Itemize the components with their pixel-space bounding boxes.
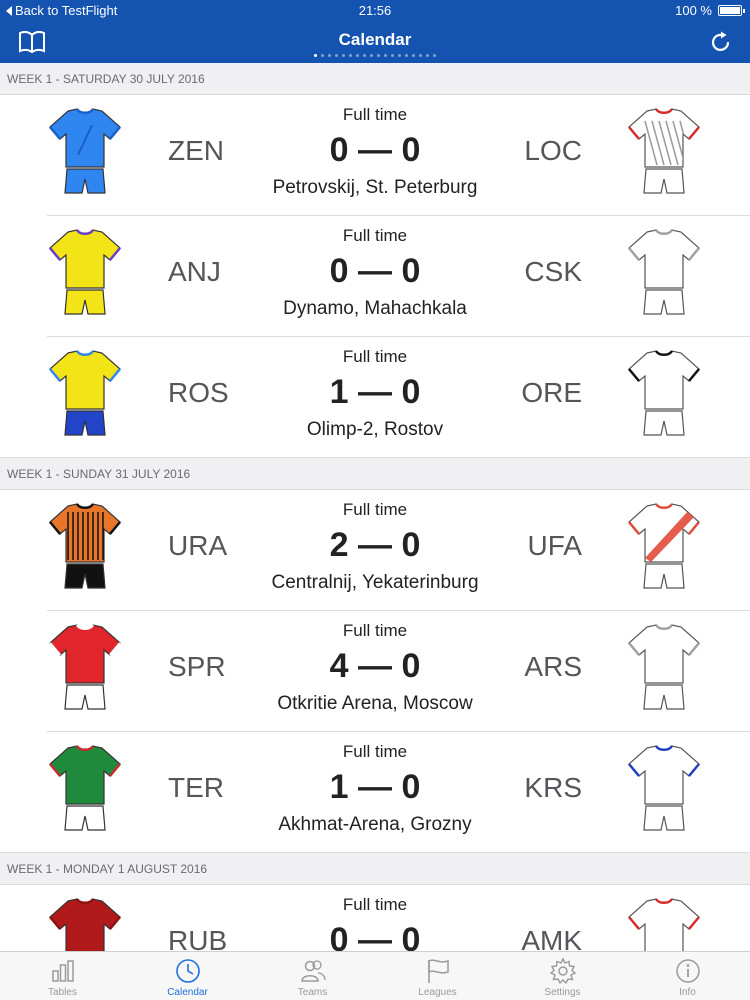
page-dot: [419, 54, 422, 57]
page-dot: [335, 54, 338, 57]
away-team-code: AMK: [521, 925, 582, 951]
page-dot: [398, 54, 401, 57]
tab-calendar[interactable]: Calendar: [125, 952, 250, 1000]
page-dot: [384, 54, 387, 57]
match-row[interactable]: TER Full time 1 — 0 Akhmat-Arena, Grozny KRS: [0, 732, 750, 853]
navigation-bar: Back to TestFlight 21:56 100 % Calendar: [0, 0, 750, 63]
match-row[interactable]: ROS Full time 1 — 0 Olimp-2, Rostov ORE: [0, 337, 750, 458]
page-dot: [370, 54, 373, 57]
away-team-code: LOC: [524, 135, 582, 166]
page-title: Calendar: [338, 30, 412, 49]
gear-icon: [549, 957, 576, 985]
tab-label: Settings: [544, 987, 581, 998]
page-indicator[interactable]: [0, 54, 750, 57]
page-dot: [342, 54, 345, 57]
tab-leagues[interactable]: Leagues: [375, 952, 500, 1000]
away-team-code: ARS: [524, 651, 582, 682]
away-team-kit-icon: [628, 624, 700, 710]
away-team-code: UFA: [527, 530, 582, 561]
page-dot: [405, 54, 408, 57]
people-icon: [300, 960, 326, 982]
tab-label: Calendar: [167, 987, 208, 998]
calendar-list[interactable]: WEEK 1 - SATURDAY 30 JULY 2016 ZEN Full ti…: [0, 63, 750, 951]
tab-label: Tables: [48, 987, 77, 998]
refresh-icon: [711, 31, 730, 51]
away-team-code: CSK: [524, 256, 582, 287]
status-bar: Back to TestFlight 21:56 100 %: [0, 0, 750, 20]
info-icon: [675, 959, 700, 983]
tab-label: Leagues: [418, 987, 457, 998]
section-header: WEEK 1 - SATURDAY 30 JULY 2016: [0, 63, 750, 95]
page-dot: [391, 54, 394, 57]
page-dot: [321, 54, 324, 57]
flag-icon: [427, 959, 449, 983]
away-team-kit-icon: [628, 350, 700, 436]
tab-teams[interactable]: Teams: [250, 952, 375, 1000]
clock-time: 21:56: [358, 3, 392, 18]
page-dot: [314, 54, 317, 57]
page-dot: [349, 54, 352, 57]
away-team-kit-icon: [628, 898, 700, 951]
tab-settings[interactable]: Settings: [500, 952, 625, 1000]
tab-bar: Tables Calendar Teams Leagues Settings Info: [0, 951, 750, 1000]
away-team-code: KRS: [524, 772, 582, 803]
tab-label: Teams: [297, 987, 328, 998]
section-header: WEEK 1 - SUNDAY 31 JULY 2016: [0, 458, 750, 490]
battery-percent: 100 %: [675, 3, 712, 18]
away-team-kit-icon: [628, 745, 700, 831]
page-dot: [377, 54, 380, 57]
away-team-kit-icon: [628, 229, 700, 315]
away-team-kit-icon: [628, 108, 700, 194]
page-dot: [433, 54, 436, 57]
away-team-kit-icon: [628, 503, 700, 589]
away-team-code: ORE: [521, 377, 582, 408]
match-row[interactable]: ANJ Full time 0 — 0 Dynamo, Mahachkala CSK: [0, 216, 750, 337]
match-row[interactable]: RUB Full time 0 — 0 AMK: [0, 885, 750, 951]
battery-icon: [718, 5, 745, 16]
clock-icon: [175, 959, 200, 983]
page-dot: [328, 54, 331, 57]
refresh-button[interactable]: [706, 28, 736, 56]
section-header: WEEK 1 - MONDAY 1 AUGUST 2016: [0, 853, 750, 885]
page-dot: [363, 54, 366, 57]
match-row[interactable]: ZEN Full time 0 — 0 Petrovskij, St. Peterbu…: [0, 95, 750, 216]
tab-label: Info: [679, 987, 696, 998]
tab-info[interactable]: Info: [625, 952, 750, 1000]
match-row[interactable]: URA Full time 2 — 0 Centralnij, Yekaterinbu…: [0, 490, 750, 611]
page-dot: [426, 54, 429, 57]
page-dot: [412, 54, 415, 57]
bar-chart-icon: [51, 960, 74, 982]
match-row[interactable]: SPR Full time 4 — 0 Otkritie Arena, Moscow A…: [0, 611, 750, 732]
page-dot: [356, 54, 359, 57]
tab-tables[interactable]: Tables: [0, 952, 125, 1000]
